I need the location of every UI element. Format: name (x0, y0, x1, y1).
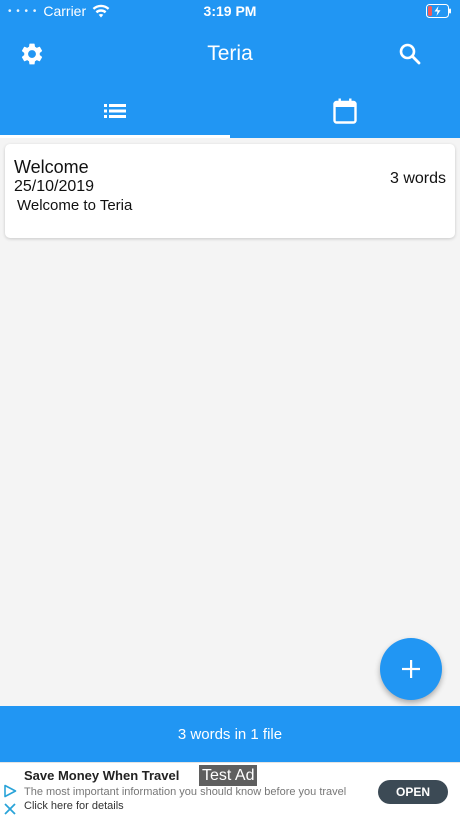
tab-calendar[interactable] (230, 84, 460, 138)
summary-bar: 3 words in 1 file (0, 706, 460, 762)
battery-icon (426, 4, 451, 18)
status-bar: • • • • Carrier 3:19 PM (0, 0, 460, 24)
note-card[interactable]: Welcome 25/10/2019 Welcome to Teria 3 wo… (5, 144, 455, 238)
search-button[interactable] (395, 39, 425, 69)
note-preview: Welcome to Teria (17, 197, 133, 214)
note-word-count: 3 words (389, 170, 446, 187)
close-icon[interactable] (3, 802, 17, 816)
test-ad-badge: Test Ad (199, 765, 258, 786)
add-note-button[interactable] (380, 638, 442, 700)
ad-banner[interactable]: Save Money When Travel Test Ad The most … (0, 762, 460, 818)
ad-choices-icon[interactable] (3, 784, 17, 798)
app-bar: Teria (0, 24, 460, 84)
ad-open-button[interactable]: OPEN (378, 780, 448, 804)
app-title: Teria (207, 42, 253, 65)
list-icon (104, 104, 126, 118)
ad-title: Save Money When Travel (24, 768, 180, 783)
ad-description: The most important information you shoul… (24, 786, 347, 798)
notes-list: Welcome 25/10/2019 Welcome to Teria 3 wo… (0, 138, 460, 706)
tab-bar (0, 84, 460, 138)
tab-list[interactable] (0, 84, 230, 138)
summary-text: 3 words in 1 file (177, 725, 283, 743)
screen: • • • • Carrier 3:19 PM Teria Welcome 25… (0, 0, 460, 818)
note-title: Welcome (14, 157, 89, 177)
calendar-icon (333, 98, 357, 124)
ad-details-link[interactable]: Click here for details (24, 800, 124, 812)
search-icon (399, 43, 421, 65)
status-time: 3:19 PM (203, 3, 257, 19)
note-date: 25/10/2019 (14, 178, 95, 195)
plus-icon (402, 660, 420, 678)
